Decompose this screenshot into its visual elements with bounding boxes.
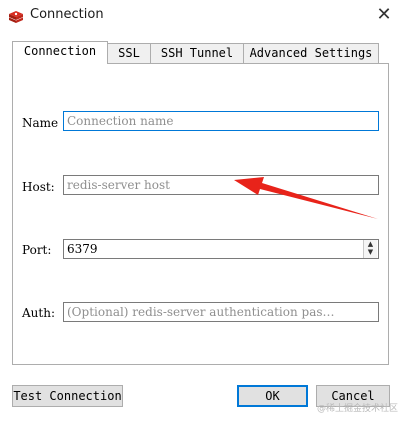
tab-advanced-settings[interactable]: Advanced Settings (243, 43, 379, 63)
arrow-annotation-icon (234, 177, 378, 219)
auth-label: Auth: (22, 306, 55, 320)
port-input[interactable] (63, 239, 379, 259)
ok-button[interactable]: OK (237, 385, 308, 407)
tab-ssl[interactable]: SSL (107, 43, 151, 63)
spin-up-icon[interactable]: ▲ (364, 240, 377, 248)
test-connection-button[interactable]: Test Connection (12, 385, 123, 407)
port-spinner[interactable]: ▲ ▼ (363, 240, 377, 258)
name-input[interactable] (63, 111, 379, 131)
port-label: Port: (22, 243, 52, 257)
title-bar: Connection ✕ (0, 0, 404, 32)
tab-ssh-tunnel[interactable]: SSH Tunnel (150, 43, 244, 63)
host-label: Host: (22, 180, 55, 194)
spin-down-icon[interactable]: ▼ (364, 248, 377, 256)
redis-logo-icon (9, 11, 23, 23)
window-title: Connection (30, 7, 104, 22)
name-label: Name (22, 116, 59, 130)
auth-input[interactable] (63, 302, 379, 322)
close-icon[interactable]: ✕ (372, 4, 396, 28)
watermark: @稀土掘金技术社区 (316, 404, 398, 414)
tab-connection[interactable]: Connection (12, 41, 108, 64)
